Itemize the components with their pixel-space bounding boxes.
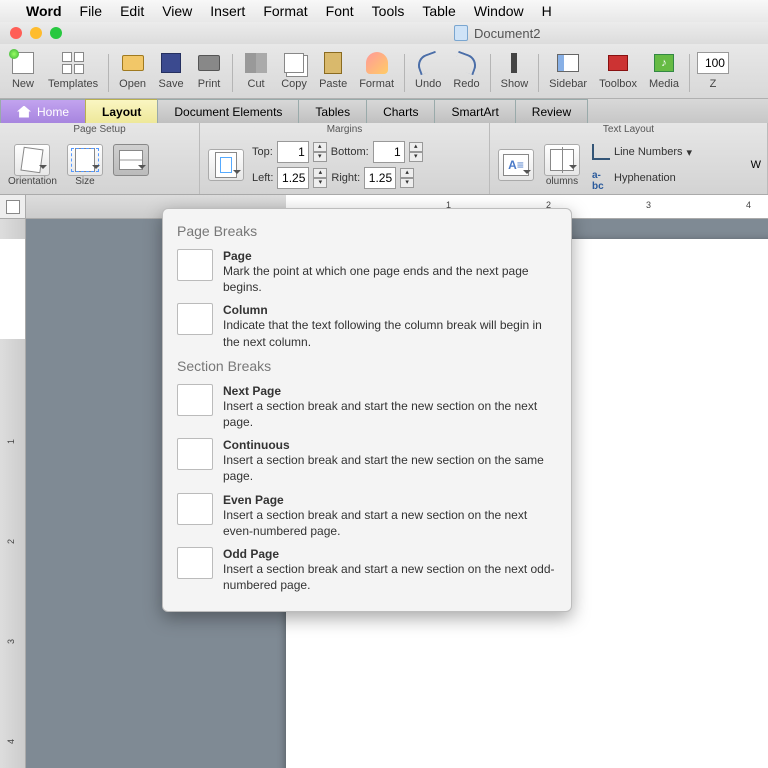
margin-bottom-up[interactable]: ▴: [409, 142, 423, 152]
line-numbers-button[interactable]: Line Numbers ▾: [588, 142, 696, 162]
margin-left-label: Left:: [252, 172, 273, 184]
menu-word[interactable]: Word: [26, 3, 62, 19]
window-titlebar: Document2: [0, 22, 768, 44]
standard-toolbar: New Templates Open Save Print Cut Copy P…: [0, 44, 768, 99]
text-direction-button[interactable]: A≡: [496, 149, 536, 181]
tab-selector[interactable]: [0, 195, 26, 218]
print-button[interactable]: Print: [190, 48, 228, 90]
new-button[interactable]: New: [4, 48, 42, 90]
hyphenation-button[interactable]: a-bcHyphenation: [588, 168, 696, 188]
copy-button[interactable]: Copy: [275, 48, 313, 90]
break-page[interactable]: PageMark the point at which one page end…: [177, 245, 557, 299]
margin-top-label: Top:: [252, 146, 273, 158]
section-margins: Margins Top: ▴▾ Bottom: ▴▾ Left: ▴▾ Righ…: [200, 123, 490, 194]
menu-help[interactable]: H: [542, 3, 552, 19]
break-column[interactable]: ColumnIndicate that the text following t…: [177, 299, 557, 353]
tab-layout[interactable]: Layout: [85, 99, 158, 123]
menu-font[interactable]: Font: [326, 3, 354, 19]
margin-top-down[interactable]: ▾: [313, 152, 327, 162]
tab-document-elements[interactable]: Document Elements: [157, 99, 299, 123]
traffic-lights: [0, 27, 62, 39]
ribbon-tabs: Home Layout Document Elements Tables Cha…: [0, 99, 768, 123]
section-text-layout: Text Layout A≡ olumns Line Numbers ▾ a-b…: [490, 123, 768, 194]
margin-bottom-down[interactable]: ▾: [409, 152, 423, 162]
toolbox-button[interactable]: Toolbox: [593, 48, 643, 90]
breaks-button[interactable]: [111, 144, 151, 187]
menu-edit[interactable]: Edit: [120, 3, 144, 19]
zoom-input[interactable]: [697, 52, 729, 74]
next-page-break-icon: [177, 384, 213, 416]
mac-menubar[interactable]: Word File Edit View Insert Format Font T…: [0, 0, 768, 22]
menu-file[interactable]: File: [80, 3, 103, 19]
zoom-control[interactable]: Z: [694, 48, 732, 90]
document-title: Document2: [454, 25, 540, 41]
media-button[interactable]: ♪Media: [643, 48, 685, 90]
margin-top-input[interactable]: [277, 141, 309, 163]
cut-button[interactable]: Cut: [237, 48, 275, 90]
tab-tables[interactable]: Tables: [298, 99, 367, 123]
show-button[interactable]: Show: [495, 48, 535, 90]
line-numbers-icon: [592, 144, 610, 160]
break-even-page[interactable]: Even PageInsert a section break and star…: [177, 489, 557, 543]
paste-button[interactable]: Paste: [313, 48, 353, 90]
menu-tools[interactable]: Tools: [372, 3, 405, 19]
break-continuous[interactable]: ContinuousInsert a section break and sta…: [177, 434, 557, 488]
margin-bottom-input[interactable]: [373, 141, 405, 163]
minimize-window-button[interactable]: [30, 27, 42, 39]
column-break-icon: [177, 303, 213, 335]
continuous-break-icon: [177, 438, 213, 470]
columns-button[interactable]: olumns: [542, 144, 582, 187]
home-icon: [17, 106, 31, 118]
odd-page-break-icon: [177, 547, 213, 579]
menu-format[interactable]: Format: [263, 3, 307, 19]
orientation-button[interactable]: Orientation: [6, 144, 59, 187]
close-window-button[interactable]: [10, 27, 22, 39]
margin-left-input[interactable]: [277, 167, 309, 189]
vertical-ruler[interactable]: 1 2 3 4: [0, 219, 26, 768]
menu-table[interactable]: Table: [422, 3, 455, 19]
redo-button[interactable]: Redo: [447, 48, 485, 90]
margin-bottom-label: Bottom:: [331, 146, 369, 158]
tab-review[interactable]: Review: [515, 99, 588, 123]
menu-view[interactable]: View: [162, 3, 192, 19]
menu-insert[interactable]: Insert: [210, 3, 245, 19]
tab-charts[interactable]: Charts: [366, 99, 435, 123]
open-button[interactable]: Open: [113, 48, 152, 90]
section-page-setup: Page Setup Orientation Size: [0, 123, 200, 194]
zoom-window-button[interactable]: [50, 27, 62, 39]
undo-button[interactable]: Undo: [409, 48, 447, 90]
margins-preset-button[interactable]: [206, 149, 246, 181]
margin-top-up[interactable]: ▴: [313, 142, 327, 152]
break-next-page[interactable]: Next PageInsert a section break and star…: [177, 380, 557, 434]
ribbon: Page Setup Orientation Size Margins Top:…: [0, 123, 768, 195]
tab-home[interactable]: Home: [0, 99, 86, 123]
page-break-icon: [177, 249, 213, 281]
templates-button[interactable]: Templates: [42, 48, 104, 90]
format-painter-button[interactable]: Format: [353, 48, 400, 90]
breaks-dropdown: Page Breaks PageMark the point at which …: [162, 208, 572, 612]
hyphenation-icon: a-bc: [592, 170, 610, 186]
document-icon: [454, 25, 468, 41]
sidebar-button[interactable]: Sidebar: [543, 48, 593, 90]
break-odd-page[interactable]: Odd PageInsert a section break and start…: [177, 543, 557, 597]
truncated-w: W: [751, 159, 761, 171]
menu-window[interactable]: Window: [474, 3, 524, 19]
size-button[interactable]: Size: [65, 144, 105, 187]
tab-smartart[interactable]: SmartArt: [434, 99, 515, 123]
page-breaks-heading: Page Breaks: [177, 223, 557, 239]
even-page-break-icon: [177, 493, 213, 525]
section-breaks-heading: Section Breaks: [177, 358, 557, 374]
save-button[interactable]: Save: [152, 48, 190, 90]
document-title-text: Document2: [474, 26, 540, 41]
margin-right-label: Right:: [331, 172, 360, 184]
margin-right-input[interactable]: [364, 167, 396, 189]
